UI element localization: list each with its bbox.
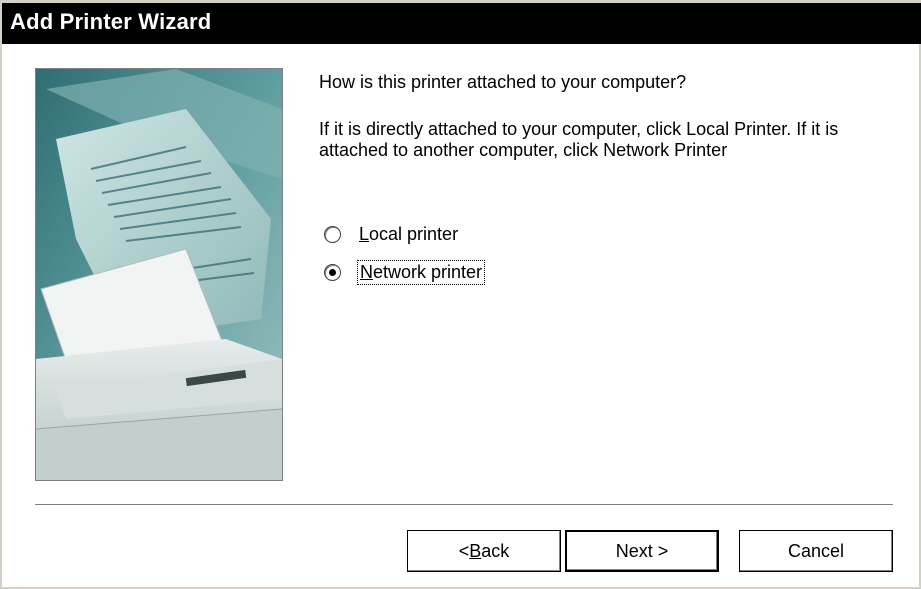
add-printer-wizard-window: Add Printer Wizard How is this printer a… [0, 0, 921, 589]
title-bar[interactable]: Add Printer Wizard [2, 0, 921, 44]
back-button[interactable]: < Back [407, 530, 561, 572]
printer-document-icon [36, 69, 282, 480]
cancel-button[interactable]: Cancel [739, 530, 893, 572]
local-printer-radio[interactable] [324, 225, 341, 243]
instructions-text: If it is directly attached to your compu… [319, 119, 839, 160]
question-text: How is this printer attached to your com… [319, 72, 687, 92]
button-divider [35, 504, 893, 506]
printer-illustration [35, 68, 283, 481]
local-printer-label[interactable]: Local printer [359, 224, 458, 245]
local-printer-option[interactable]: Local printer [324, 222, 458, 246]
next-button[interactable]: Next > [565, 530, 719, 572]
window-title: Add Printer Wizard [10, 9, 212, 34]
network-printer-option[interactable]: Network printer [324, 259, 486, 285]
network-printer-label[interactable]: Network printer [356, 259, 486, 285]
network-printer-radio[interactable] [324, 263, 341, 281]
